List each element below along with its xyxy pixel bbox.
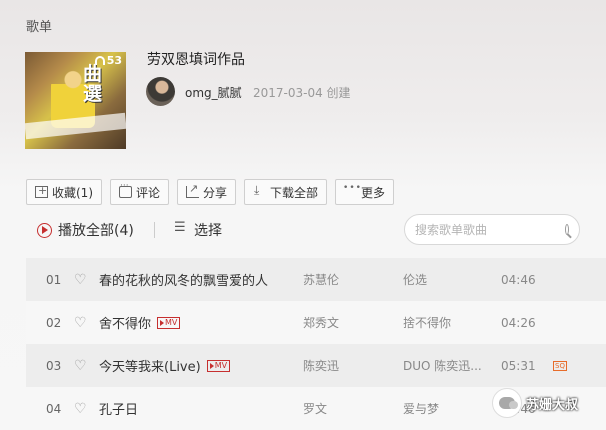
playlist-cover[interactable]: 曲選 53 [25, 52, 126, 149]
table-row[interactable]: 02 ♡ 舍不得你 MV 郑秀文 捨不得你 04:26 [26, 301, 606, 344]
download-icon [253, 183, 266, 198]
table-row[interactable]: 01 ♡ 春的花秋的风冬的飘雪爱的人 苏慧伦 伦选 04:46 [26, 258, 606, 301]
song-title[interactable]: 今天等我来(Live) MV [99, 356, 231, 375]
song-artist[interactable]: 陈奕迅 [303, 357, 339, 374]
song-title-text: 春的花秋的风冬的飘雪爱的人 [99, 274, 269, 289]
watermark: 苏姗大叔 [492, 388, 578, 418]
song-title-text: 舍不得你 [99, 317, 152, 332]
song-title-text: 今天等我来(Live) [99, 360, 201, 375]
favorite-label: 收藏(1) [52, 185, 93, 200]
song-duration: 04:26 [501, 315, 536, 330]
action-bar: 收藏(1) 评论 分享 下载全部 更多 [26, 179, 395, 205]
playlist-title: 劳双恩填词作品 [147, 52, 245, 68]
list-icon [174, 220, 188, 236]
play-circle-icon [37, 222, 52, 238]
play-count: 53 [94, 54, 122, 67]
song-index: 03 [46, 358, 62, 373]
song-artist[interactable]: 罗文 [303, 400, 327, 417]
toolbar-divider [154, 222, 155, 238]
download-all-label: 下载全部 [270, 185, 319, 200]
mv-badge[interactable]: MV [206, 359, 231, 372]
song-title[interactable]: 孔子日 [99, 399, 138, 418]
search-icon[interactable] [565, 224, 569, 235]
search-input[interactable] [415, 222, 565, 237]
share-button[interactable]: 分享 [177, 179, 237, 205]
mv-badge[interactable]: MV [157, 316, 181, 329]
wechat-icon [492, 388, 522, 418]
comment-button[interactable]: 评论 [110, 179, 170, 205]
song-album[interactable]: 伦选 [403, 271, 427, 288]
sq-badge: SQ [553, 360, 567, 371]
song-index: 01 [46, 272, 62, 287]
play-all-label: 播放全部(4) [58, 223, 134, 239]
heart-icon[interactable]: ♡ [74, 273, 87, 287]
favorite-button[interactable]: 收藏(1) [26, 179, 102, 205]
song-index: 02 [46, 315, 62, 330]
select-button[interactable]: 选择 [174, 220, 222, 240]
more-icon [343, 183, 362, 198]
heart-icon[interactable]: ♡ [74, 316, 87, 330]
song-album[interactable]: 捨不得你 [403, 314, 451, 331]
more-button[interactable]: 更多 [335, 179, 395, 205]
search-box[interactable] [404, 214, 580, 245]
heart-icon[interactable]: ♡ [74, 359, 87, 373]
comment-label: 评论 [136, 185, 161, 200]
share-icon [186, 182, 200, 198]
song-album[interactable]: 爱与梦 [403, 400, 439, 417]
song-title-text: 孔子日 [99, 403, 139, 418]
mv-label: MV [214, 360, 228, 370]
created-date: 2017-03-04 创建 [253, 86, 351, 100]
song-title[interactable]: 舍不得你 MV [99, 313, 181, 332]
headphone-icon [94, 56, 105, 65]
download-all-button[interactable]: 下载全部 [244, 179, 328, 205]
creator-avatar[interactable] [146, 77, 175, 106]
table-row[interactable]: 03 ♡ 今天等我来(Live) MV 陈奕迅 DUO 陈奕迅... 05:31… [26, 344, 606, 387]
song-title[interactable]: 春的花秋的风冬的飘雪爱的人 [99, 270, 268, 289]
mv-play-icon [209, 362, 214, 369]
add-folder-icon [35, 184, 48, 198]
heart-icon[interactable]: ♡ [74, 402, 87, 416]
song-index: 04 [46, 401, 62, 416]
mv-play-icon [160, 319, 165, 326]
song-artist[interactable]: 郑秀文 [303, 314, 339, 331]
watermark-text: 苏姗大叔 [526, 397, 579, 413]
select-label: 选择 [194, 223, 222, 239]
song-duration: 05:31 [501, 358, 536, 373]
comment-icon [119, 181, 132, 198]
song-duration: 04:46 [501, 272, 536, 287]
play-all-button[interactable]: 播放全部(4) [37, 220, 134, 240]
share-label: 分享 [203, 185, 228, 200]
cover-title: 曲選 [83, 63, 103, 105]
more-label: 更多 [361, 185, 386, 200]
mv-label: MV [165, 317, 178, 327]
creator-name[interactable]: omg_腻腻 [185, 84, 242, 101]
song-album[interactable]: DUO 陈奕迅... [403, 357, 482, 374]
play-count-value: 53 [106, 54, 122, 67]
section-label: 歌单 [26, 20, 53, 35]
song-artist[interactable]: 苏慧伦 [303, 271, 339, 288]
